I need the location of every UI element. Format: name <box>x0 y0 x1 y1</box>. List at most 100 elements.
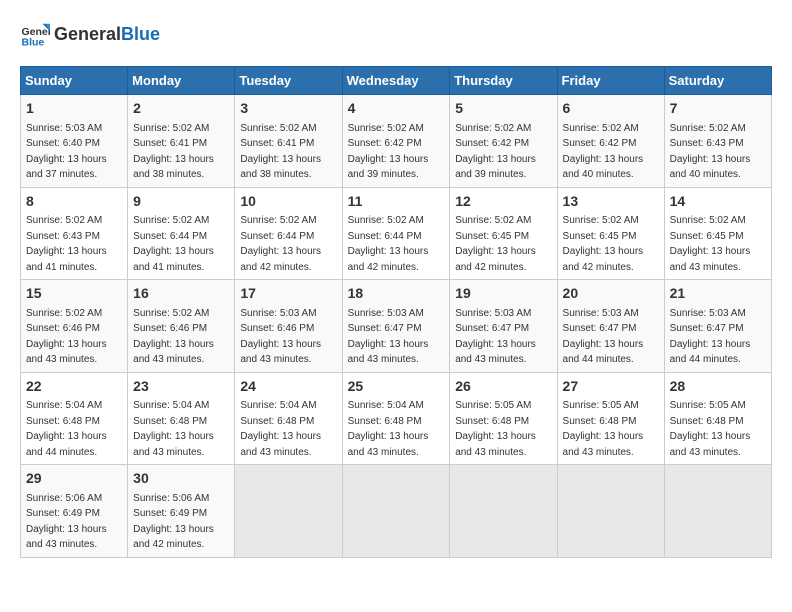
day-number: 1 <box>26 99 122 119</box>
day-info: Sunrise: 5:03 AMSunset: 6:46 PMDaylight:… <box>240 308 321 366</box>
day-number: 19 <box>455 284 551 304</box>
day-cell-12: 12 Sunrise: 5:02 AMSunset: 6:45 PMDaylig… <box>450 187 557 280</box>
day-number: 17 <box>240 284 336 304</box>
day-info: Sunrise: 5:03 AMSunset: 6:40 PMDaylight:… <box>26 123 107 181</box>
day-cell-17: 17 Sunrise: 5:03 AMSunset: 6:46 PMDaylig… <box>235 280 342 373</box>
weekday-header-thursday: Thursday <box>450 67 557 95</box>
day-info: Sunrise: 5:02 AMSunset: 6:45 PMDaylight:… <box>670 215 751 273</box>
day-number: 4 <box>348 99 445 119</box>
day-number: 11 <box>348 192 445 212</box>
day-info: Sunrise: 5:02 AMSunset: 6:42 PMDaylight:… <box>563 123 644 181</box>
day-cell-8: 8 Sunrise: 5:02 AMSunset: 6:43 PMDayligh… <box>21 187 128 280</box>
day-number: 2 <box>133 99 229 119</box>
logo: General Blue GeneralBlue <box>20 20 160 50</box>
logo-general-text: GeneralBlue <box>54 25 160 45</box>
day-info: Sunrise: 5:02 AMSunset: 6:46 PMDaylight:… <box>133 308 214 366</box>
weekday-header-tuesday: Tuesday <box>235 67 342 95</box>
day-cell-11: 11 Sunrise: 5:02 AMSunset: 6:44 PMDaylig… <box>342 187 450 280</box>
weekday-header-friday: Friday <box>557 67 664 95</box>
logo-icon: General Blue <box>20 20 50 50</box>
day-info: Sunrise: 5:05 AMSunset: 6:48 PMDaylight:… <box>455 400 536 458</box>
day-number: 20 <box>563 284 659 304</box>
day-cell-21: 21 Sunrise: 5:03 AMSunset: 6:47 PMDaylig… <box>664 280 771 373</box>
day-number: 5 <box>455 99 551 119</box>
day-number: 25 <box>348 377 445 397</box>
day-cell-3: 3 Sunrise: 5:02 AMSunset: 6:41 PMDayligh… <box>235 95 342 188</box>
day-info: Sunrise: 5:04 AMSunset: 6:48 PMDaylight:… <box>240 400 321 458</box>
day-number: 26 <box>455 377 551 397</box>
day-info: Sunrise: 5:02 AMSunset: 6:44 PMDaylight:… <box>133 215 214 273</box>
day-cell-19: 19 Sunrise: 5:03 AMSunset: 6:47 PMDaylig… <box>450 280 557 373</box>
day-cell-25: 25 Sunrise: 5:04 AMSunset: 6:48 PMDaylig… <box>342 372 450 465</box>
day-number: 12 <box>455 192 551 212</box>
day-number: 13 <box>563 192 659 212</box>
day-info: Sunrise: 5:03 AMSunset: 6:47 PMDaylight:… <box>563 308 644 366</box>
day-cell-13: 13 Sunrise: 5:02 AMSunset: 6:45 PMDaylig… <box>557 187 664 280</box>
day-info: Sunrise: 5:02 AMSunset: 6:45 PMDaylight:… <box>455 215 536 273</box>
day-number: 16 <box>133 284 229 304</box>
day-info: Sunrise: 5:02 AMSunset: 6:41 PMDaylight:… <box>133 123 214 181</box>
day-info: Sunrise: 5:02 AMSunset: 6:45 PMDaylight:… <box>563 215 644 273</box>
day-info: Sunrise: 5:06 AMSunset: 6:49 PMDaylight:… <box>26 493 107 551</box>
day-cell-4: 4 Sunrise: 5:02 AMSunset: 6:42 PMDayligh… <box>342 95 450 188</box>
weekday-header-saturday: Saturday <box>664 67 771 95</box>
day-number: 8 <box>26 192 122 212</box>
day-number: 14 <box>670 192 766 212</box>
day-number: 21 <box>670 284 766 304</box>
day-number: 18 <box>348 284 445 304</box>
day-info: Sunrise: 5:02 AMSunset: 6:44 PMDaylight:… <box>348 215 429 273</box>
day-info: Sunrise: 5:03 AMSunset: 6:47 PMDaylight:… <box>455 308 536 366</box>
weekday-header-sunday: Sunday <box>21 67 128 95</box>
day-info: Sunrise: 5:02 AMSunset: 6:46 PMDaylight:… <box>26 308 107 366</box>
day-info: Sunrise: 5:02 AMSunset: 6:42 PMDaylight:… <box>348 123 429 181</box>
empty-cell <box>664 465 771 558</box>
day-cell-23: 23 Sunrise: 5:04 AMSunset: 6:48 PMDaylig… <box>128 372 235 465</box>
day-number: 9 <box>133 192 229 212</box>
day-cell-24: 24 Sunrise: 5:04 AMSunset: 6:48 PMDaylig… <box>235 372 342 465</box>
day-cell-9: 9 Sunrise: 5:02 AMSunset: 6:44 PMDayligh… <box>128 187 235 280</box>
svg-text:Blue: Blue <box>22 37 45 49</box>
day-number: 30 <box>133 469 229 489</box>
day-cell-27: 27 Sunrise: 5:05 AMSunset: 6:48 PMDaylig… <box>557 372 664 465</box>
day-number: 22 <box>26 377 122 397</box>
day-cell-10: 10 Sunrise: 5:02 AMSunset: 6:44 PMDaylig… <box>235 187 342 280</box>
weekday-header-monday: Monday <box>128 67 235 95</box>
day-cell-20: 20 Sunrise: 5:03 AMSunset: 6:47 PMDaylig… <box>557 280 664 373</box>
day-cell-18: 18 Sunrise: 5:03 AMSunset: 6:47 PMDaylig… <box>342 280 450 373</box>
day-number: 28 <box>670 377 766 397</box>
day-number: 7 <box>670 99 766 119</box>
day-cell-28: 28 Sunrise: 5:05 AMSunset: 6:48 PMDaylig… <box>664 372 771 465</box>
day-info: Sunrise: 5:04 AMSunset: 6:48 PMDaylight:… <box>133 400 214 458</box>
day-info: Sunrise: 5:02 AMSunset: 6:42 PMDaylight:… <box>455 123 536 181</box>
day-info: Sunrise: 5:02 AMSunset: 6:43 PMDaylight:… <box>670 123 751 181</box>
day-cell-26: 26 Sunrise: 5:05 AMSunset: 6:48 PMDaylig… <box>450 372 557 465</box>
day-info: Sunrise: 5:06 AMSunset: 6:49 PMDaylight:… <box>133 493 214 551</box>
day-cell-29: 29 Sunrise: 5:06 AMSunset: 6:49 PMDaylig… <box>21 465 128 558</box>
day-cell-15: 15 Sunrise: 5:02 AMSunset: 6:46 PMDaylig… <box>21 280 128 373</box>
day-info: Sunrise: 5:02 AMSunset: 6:44 PMDaylight:… <box>240 215 321 273</box>
day-number: 6 <box>563 99 659 119</box>
day-cell-22: 22 Sunrise: 5:04 AMSunset: 6:48 PMDaylig… <box>21 372 128 465</box>
day-info: Sunrise: 5:04 AMSunset: 6:48 PMDaylight:… <box>26 400 107 458</box>
day-info: Sunrise: 5:05 AMSunset: 6:48 PMDaylight:… <box>670 400 751 458</box>
day-info: Sunrise: 5:03 AMSunset: 6:47 PMDaylight:… <box>670 308 751 366</box>
day-cell-6: 6 Sunrise: 5:02 AMSunset: 6:42 PMDayligh… <box>557 95 664 188</box>
day-number: 27 <box>563 377 659 397</box>
day-cell-16: 16 Sunrise: 5:02 AMSunset: 6:46 PMDaylig… <box>128 280 235 373</box>
day-number: 24 <box>240 377 336 397</box>
empty-cell <box>342 465 450 558</box>
day-number: 15 <box>26 284 122 304</box>
day-info: Sunrise: 5:02 AMSunset: 6:41 PMDaylight:… <box>240 123 321 181</box>
empty-cell <box>235 465 342 558</box>
day-info: Sunrise: 5:05 AMSunset: 6:48 PMDaylight:… <box>563 400 644 458</box>
day-cell-7: 7 Sunrise: 5:02 AMSunset: 6:43 PMDayligh… <box>664 95 771 188</box>
header: General Blue GeneralBlue <box>20 20 772 50</box>
day-info: Sunrise: 5:04 AMSunset: 6:48 PMDaylight:… <box>348 400 429 458</box>
day-number: 3 <box>240 99 336 119</box>
day-cell-1: 1 Sunrise: 5:03 AMSunset: 6:40 PMDayligh… <box>21 95 128 188</box>
empty-cell <box>450 465 557 558</box>
calendar: SundayMondayTuesdayWednesdayThursdayFrid… <box>20 66 772 558</box>
day-cell-2: 2 Sunrise: 5:02 AMSunset: 6:41 PMDayligh… <box>128 95 235 188</box>
day-number: 10 <box>240 192 336 212</box>
day-number: 29 <box>26 469 122 489</box>
